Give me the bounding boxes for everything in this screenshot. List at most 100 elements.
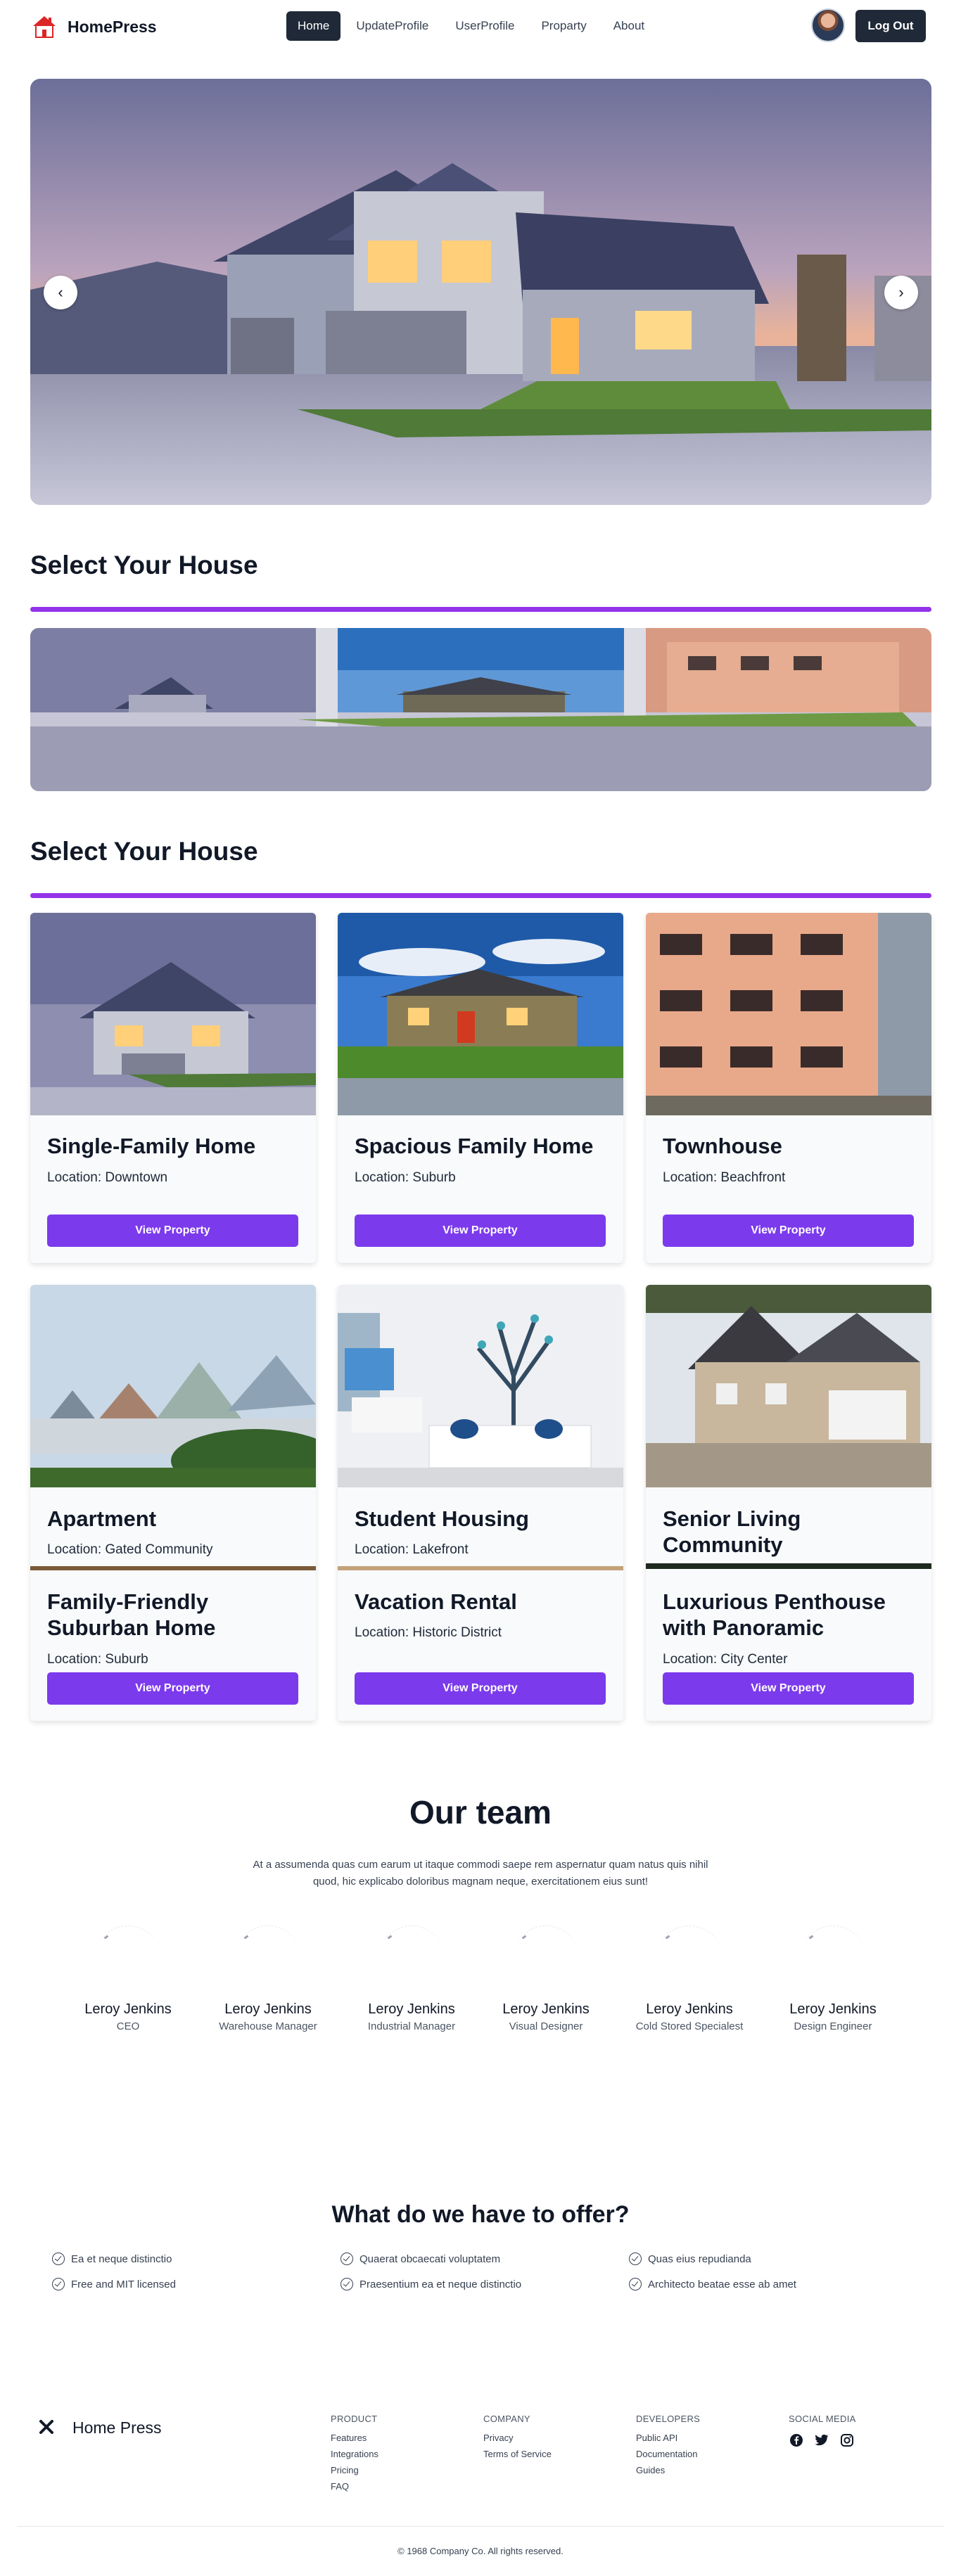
property-image (338, 1285, 623, 1487)
check-circle-icon (52, 2278, 65, 2290)
footer-link[interactable]: Pricing (331, 2465, 378, 2475)
footer-logo-icon (39, 2419, 54, 2439)
nav-about[interactable]: About (602, 11, 656, 41)
house-logo-icon (31, 15, 58, 39)
view-property-button[interactable]: View Property (355, 1215, 606, 1247)
check-circle-icon (629, 2253, 642, 2265)
member-role: Warehouse Manager (219, 2020, 317, 2032)
view-property-button[interactable]: View Property (663, 1672, 914, 1705)
instagram-icon[interactable] (839, 2433, 855, 2448)
property-location: Location: Suburb (47, 1652, 148, 1667)
feature-item: Ea et neque distinctio (52, 2253, 172, 2265)
property-card: Townhouse Location: Beachfront View Prop… (646, 913, 931, 1263)
member-photo (799, 1925, 867, 1993)
check-circle-icon (629, 2278, 642, 2290)
nav-property[interactable]: Proparty (530, 11, 597, 41)
footer-heading: SOCIAL MEDIA (789, 2414, 856, 2424)
carousel-prev-button[interactable]: ‹ (44, 276, 77, 309)
property-title: Luxurious Penthouse with Panoramic (663, 1589, 886, 1641)
footer-link[interactable]: Integrations (331, 2449, 378, 2459)
footer-link[interactable]: Privacy (483, 2433, 552, 2443)
property-card: Apartment Location: Gated Community Fami… (30, 1285, 316, 1721)
footer-link[interactable]: Guides (636, 2465, 700, 2475)
feature-text: Ea et neque distinctio (71, 2253, 172, 2265)
image-strip (646, 1563, 931, 1569)
property-title: Single-Family Home (47, 1134, 256, 1158)
team-title: Our team (409, 1794, 552, 1831)
property-title: Senior Living Community (663, 1506, 801, 1558)
section-divider-2 (30, 893, 931, 898)
check-circle-icon (341, 2278, 353, 2290)
footer-link[interactable]: Features (331, 2433, 378, 2443)
property-image (30, 913, 316, 1115)
feature-text: Architecto beatae esse ab amet (648, 2278, 796, 2290)
section-title-select-1: Select Your House (30, 551, 258, 579)
view-property-button[interactable]: View Property (47, 1215, 298, 1247)
member-name: Leroy Jenkins (84, 2001, 172, 2017)
member-photo (234, 1925, 302, 1993)
check-circle-icon (341, 2253, 353, 2265)
feature-item: Praesentium ea et neque distinctio (341, 2278, 521, 2290)
property-image (30, 1285, 316, 1492)
member-photo (512, 1925, 580, 1993)
view-property-button[interactable]: View Property (355, 1672, 606, 1705)
team-description: At a assumenda quas cum earum ut itaque … (253, 1859, 708, 1888)
footer-link[interactable]: FAQ (331, 2481, 378, 2492)
brand[interactable]: HomePress (31, 15, 157, 39)
hero-carousel-image: ‹ › (30, 79, 931, 505)
property-location: Location: Lakefront (355, 1542, 469, 1557)
team-member: Leroy Jenkins Cold Stored Specialest (626, 1925, 753, 2032)
check-circle-icon (52, 2253, 65, 2265)
house-selection-strip[interactable] (30, 628, 931, 791)
footer-link[interactable]: Terms of Service (483, 2449, 552, 2459)
property-title: Family-Friendly Suburban Home (47, 1589, 216, 1641)
member-name: Leroy Jenkins (789, 2001, 877, 2017)
nav-user-profile[interactable]: UserProfile (444, 11, 526, 41)
member-role: Visual Designer (509, 2020, 583, 2032)
twitter-icon[interactable] (814, 2433, 829, 2448)
footer-heading: DEVELOPERS (636, 2414, 701, 2424)
property-title: Apartment (47, 1506, 157, 1531)
footer-heading: COMPANY (483, 2414, 530, 2424)
property-location: Location: Historic District (355, 1625, 502, 1640)
property-image (646, 913, 931, 1115)
member-photo (94, 1925, 162, 1993)
section-title-select-2: Select Your House (30, 837, 258, 866)
property-card: Single-Family Home Location: Downtown Vi… (30, 913, 316, 1263)
view-property-button[interactable]: View Property (663, 1215, 914, 1247)
footer-divider (17, 2526, 944, 2527)
facebook-icon[interactable] (789, 2433, 804, 2448)
footer-brand[interactable]: Home Press (72, 2418, 162, 2437)
feature-text: Free and MIT licensed (71, 2278, 176, 2290)
feature-item: Quaerat obcaecati voluptatem (341, 2253, 500, 2265)
footer-column-company: COMPANY Privacy Terms of Service (483, 2414, 552, 2465)
feature-item: Architecto beatae esse ab amet (629, 2278, 796, 2290)
footer-link[interactable]: Documentation (636, 2449, 700, 2459)
copyright-text: © 1968 Company Co. All rights reserved. (397, 2546, 564, 2556)
property-location: Location: Downtown (47, 1170, 168, 1185)
team-member: Leroy Jenkins Warehouse Manager (205, 1925, 331, 2032)
team-member: Leroy Jenkins Design Engineer (770, 1925, 896, 2032)
property-image (646, 1285, 931, 1487)
feature-text: Praesentium ea et neque distinctio (359, 2278, 522, 2290)
property-card: Senior Living Community Luxurious Pentho… (646, 1285, 931, 1721)
footer-column-social: SOCIAL MEDIA (789, 2414, 856, 2448)
logout-button[interactable]: Log Out (855, 10, 926, 42)
brand-name: HomePress (68, 17, 157, 36)
social-links (789, 2433, 856, 2448)
member-role: Cold Stored Specialest (635, 2020, 744, 2032)
section-divider-1 (30, 607, 931, 612)
image-strip (338, 1566, 623, 1570)
member-name: Leroy Jenkins (502, 2001, 590, 2017)
user-avatar[interactable] (811, 8, 845, 42)
member-name: Leroy Jenkins (646, 2001, 733, 2017)
nav-home[interactable]: Home (286, 11, 341, 41)
footer-column-product: PRODUCT Features Integrations Pricing FA… (331, 2414, 378, 2497)
footer-link[interactable]: Public API (636, 2433, 700, 2443)
offer-title: What do we have to offer? (331, 2201, 630, 2228)
nav-update-profile[interactable]: UpdateProfile (345, 11, 440, 41)
property-location: Location: Gated Community (47, 1542, 213, 1557)
carousel-next-button[interactable]: › (884, 276, 918, 309)
nav-links: Home UpdateProfile UserProfile Proparty … (286, 11, 656, 41)
view-property-button[interactable]: View Property (47, 1672, 298, 1705)
